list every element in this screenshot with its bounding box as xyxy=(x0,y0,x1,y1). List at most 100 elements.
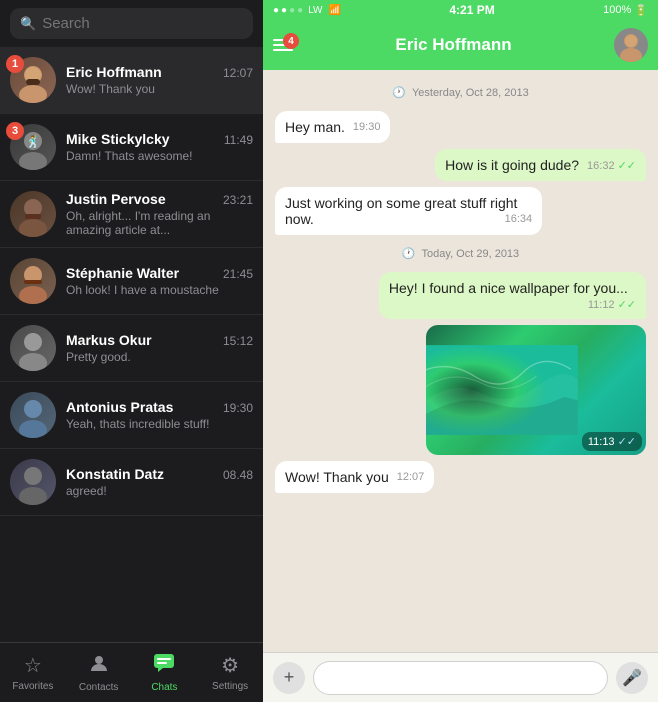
chat-item-konstatin[interactable]: Konstatin Datz 08.48 agreed! xyxy=(0,449,263,516)
chat-preview-mike: Damn! Thats awesome! xyxy=(66,149,226,163)
bubble-incoming-1: Hey man. 19:30 xyxy=(275,111,390,143)
mic-button[interactable]: 🎤 xyxy=(616,662,648,694)
msg-time-1: 19:30 xyxy=(353,121,381,133)
badge-eric: 1 xyxy=(6,55,24,73)
mic-icon: 🎤 xyxy=(622,668,642,688)
bubble-meta-3: 16:34 xyxy=(505,213,533,225)
msg-row-1: Hey man. 19:30 xyxy=(275,111,646,143)
chat-name-markus: Markus Okur xyxy=(66,332,152,348)
date-text-yesterday: Yesterday, Oct 28, 2013 xyxy=(412,87,529,99)
bubble-meta-5: 11:12 ✓✓ xyxy=(588,298,636,311)
input-bar: + 🎤 xyxy=(263,652,658,702)
svg-text:🕺: 🕺 xyxy=(26,134,41,149)
hamburger-line3 xyxy=(273,49,293,51)
star-icon: ☆ xyxy=(24,653,42,678)
battery-icon: 🔋 xyxy=(634,4,648,17)
bubble-incoming-7: Wow! Thank you 12:07 xyxy=(275,461,434,493)
tab-chats[interactable]: Chats xyxy=(132,653,198,693)
chat-item-mike[interactable]: 🕺 3 Mike Stickylcky 11:49 Damn! Thats aw… xyxy=(0,114,263,181)
avatar-markus xyxy=(10,325,56,371)
avatar-justin xyxy=(10,191,56,237)
avatar-wrap-justin xyxy=(10,191,56,237)
check-marks-5: ✓✓ xyxy=(618,298,636,311)
chat-item-markus[interactable]: Markus Okur 15:12 Pretty good. xyxy=(0,315,263,382)
image-placeholder: 11:13 ✓✓ xyxy=(426,325,646,455)
msg-row-3: Just working on some great stuff right n… xyxy=(275,187,646,235)
left-panel: 🔍 1 Eric Hoffmann 12:07 xyxy=(0,0,263,702)
header-title: Eric Hoffmann xyxy=(301,35,606,55)
tab-favorites-label: Favorites xyxy=(12,681,53,692)
chat-header: 4 Eric Hoffmann xyxy=(263,20,658,70)
battery-info: 100% 🔋 xyxy=(603,4,648,17)
chat-time-justin: 23:21 xyxy=(223,193,253,207)
msg-row-image: 11:13 ✓✓ xyxy=(275,325,646,455)
contacts-icon xyxy=(89,653,109,679)
tab-contacts[interactable]: Contacts xyxy=(66,653,132,693)
msg-row-7: Wow! Thank you 12:07 xyxy=(275,461,646,493)
chat-name-stephanie: Stéphanie Walter xyxy=(66,265,179,281)
chat-name-eric: Eric Hoffmann xyxy=(66,64,162,80)
image-meta: 11:13 ✓✓ xyxy=(582,432,642,451)
search-input[interactable] xyxy=(42,15,243,32)
msg-time-3: 16:34 xyxy=(505,213,533,225)
avatar-antonius xyxy=(10,392,56,438)
right-panel: ● ● ● ● LW 📶 4:21 PM 100% 🔋 4 Eric Hoffm… xyxy=(263,0,658,702)
avatar-wrap-stephanie xyxy=(10,258,56,304)
chat-preview-stephanie: Oh look! I have a moustache xyxy=(66,283,226,297)
chat-list: 1 Eric Hoffmann 12:07 Wow! Thank you 🕺 xyxy=(0,47,263,642)
carrier: LW xyxy=(308,5,322,16)
avatar-stephanie xyxy=(10,258,56,304)
messages-area: 🕐 Yesterday, Oct 28, 2013 Hey man. 19:30… xyxy=(263,70,658,652)
bubble-text-2: How is it going dude? xyxy=(445,157,579,173)
chat-item-justin[interactable]: Justin Pervose 23:21 Oh, alright... I'm … xyxy=(0,181,263,248)
chat-item-stephanie[interactable]: Stéphanie Walter 21:45 Oh look! I have a… xyxy=(0,248,263,315)
msg-row-2: How is it going dude? 16:32 ✓✓ xyxy=(275,149,646,181)
chat-name-antonius: Antonius Pratas xyxy=(66,399,173,415)
chat-name-justin: Justin Pervose xyxy=(66,191,166,207)
tab-settings-label: Settings xyxy=(212,681,248,692)
status-time: 4:21 PM xyxy=(449,3,494,17)
msg-time-5: 11:12 xyxy=(588,299,615,311)
avatar-wrap-konstatin xyxy=(10,459,56,505)
add-button[interactable]: + xyxy=(273,662,305,694)
avatar-wrap-eric: 1 xyxy=(10,57,56,103)
tab-bar: ☆ Favorites Contacts Chats xyxy=(0,642,263,702)
search-icon: 🔍 xyxy=(20,16,36,32)
msg-time-2: 16:32 xyxy=(587,160,615,172)
chat-preview-eric: Wow! Thank you xyxy=(66,82,226,96)
bubble-text-3: Just working on some great stuff right n… xyxy=(285,195,517,227)
badge-mike: 3 xyxy=(6,122,24,140)
chat-time-stephanie: 21:45 xyxy=(223,267,253,281)
chat-name-mike: Mike Stickylcky xyxy=(66,131,170,147)
tab-chats-label: Chats xyxy=(151,682,177,693)
chat-time-mike: 11:49 xyxy=(224,133,253,147)
header-avatar[interactable] xyxy=(614,28,648,62)
bubble-outgoing-2: How is it going dude? 16:32 ✓✓ xyxy=(435,149,646,181)
chats-icon xyxy=(153,653,175,679)
date-divider-yesterday: 🕐 Yesterday, Oct 28, 2013 xyxy=(275,86,646,99)
bubble-text-5: Hey! I found a nice wallpaper for you... xyxy=(389,280,628,296)
bubble-text-7: Wow! Thank you xyxy=(285,469,389,485)
bubble-meta-7: 12:07 xyxy=(397,471,425,483)
chat-info-eric: Eric Hoffmann 12:07 Wow! Thank you xyxy=(66,64,253,96)
bubble-outgoing-5: Hey! I found a nice wallpaper for you...… xyxy=(379,272,646,319)
chat-name-konstatin: Konstatin Datz xyxy=(66,466,164,482)
status-bar: ● ● ● ● LW 📶 4:21 PM 100% 🔋 xyxy=(263,0,658,20)
tab-contacts-label: Contacts xyxy=(79,682,118,693)
hamburger-wrap: 4 xyxy=(273,39,293,51)
tab-settings[interactable]: ⚙ Settings xyxy=(197,653,263,692)
search-bar[interactable]: 🔍 xyxy=(10,8,253,39)
chat-item-eric[interactable]: 1 Eric Hoffmann 12:07 Wow! Thank you xyxy=(0,47,263,114)
dot2: ● xyxy=(281,5,287,16)
header-badge: 4 xyxy=(283,33,299,49)
chat-time-eric: 12:07 xyxy=(223,66,253,80)
wifi-icon: 📶 xyxy=(328,5,340,16)
chat-info-markus: Markus Okur 15:12 Pretty good. xyxy=(66,332,253,364)
clock-icon: 🕐 xyxy=(392,86,406,99)
clock-icon-2: 🕐 xyxy=(402,247,416,260)
check-marks-2: ✓✓ xyxy=(618,159,636,172)
message-input[interactable] xyxy=(313,661,608,695)
tab-favorites[interactable]: ☆ Favorites xyxy=(0,653,66,692)
image-bubble: 11:13 ✓✓ xyxy=(426,325,646,455)
chat-item-antonius[interactable]: Antonius Pratas 19:30 Yeah, thats incred… xyxy=(0,382,263,449)
